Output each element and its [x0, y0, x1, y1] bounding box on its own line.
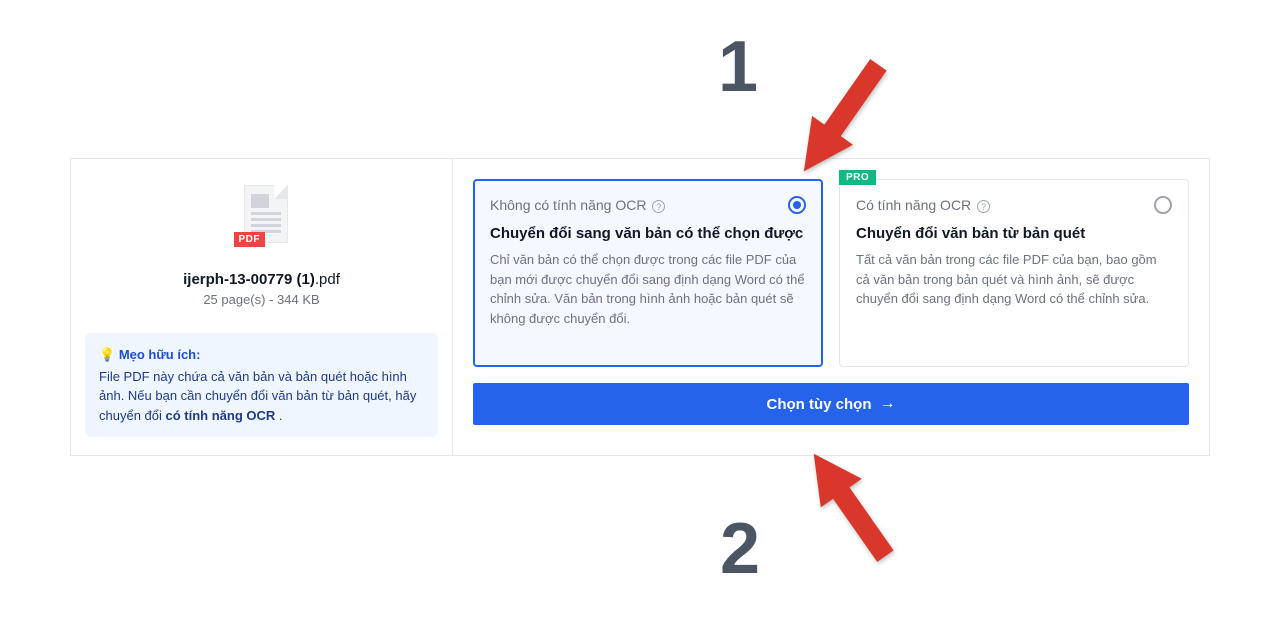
option-no-ocr[interactable]: Không có tính năng OCR ? Chuyển đổi sang…	[473, 179, 823, 367]
radio-unselected[interactable]	[1154, 196, 1172, 214]
option-desc: Chỉ văn bản có thể chọn được trong các f…	[490, 250, 806, 328]
annotation-arrow-1	[764, 34, 924, 194]
help-icon[interactable]: ?	[977, 200, 990, 213]
tip-box: 💡 Mẹo hữu ích: File PDF này chứa cả văn …	[85, 333, 438, 437]
option-label: Có tính năng OCR ?	[856, 197, 990, 213]
option-label: Không có tính năng OCR ?	[490, 197, 665, 213]
conversion-panel: PDF ijerph-13-00779 (1).pdf 25 page(s) -…	[70, 158, 1210, 456]
tip-title: Mẹo hữu ích:	[119, 347, 201, 362]
options-row: Không có tính năng OCR ? Chuyển đổi sang…	[473, 179, 1189, 367]
annotation-arrow-2	[776, 432, 926, 582]
radio-selected[interactable]	[788, 196, 806, 214]
options-panel: Không có tính năng OCR ? Chuyển đổi sang…	[453, 159, 1209, 455]
lightbulb-icon: 💡	[99, 347, 115, 362]
arrow-right-icon: →	[880, 395, 896, 413]
file-panel: PDF ijerph-13-00779 (1).pdf 25 page(s) -…	[71, 159, 453, 455]
annotation-number-2: 2	[720, 508, 760, 590]
tip-text: File PDF này chứa cả văn bản và bản quét…	[99, 367, 424, 426]
help-icon[interactable]: ?	[652, 200, 665, 213]
choose-option-button[interactable]: Chọn tùy chọn→	[473, 383, 1189, 425]
option-title: Chuyển đổi văn bản từ bản quét	[856, 224, 1172, 244]
option-ocr[interactable]: PRO Có tính năng OCR ? Chuyển đổi văn bả…	[839, 179, 1189, 367]
option-title: Chuyển đổi sang văn bản có thể chọn được	[490, 224, 806, 244]
file-meta: 25 page(s) - 344 KB	[203, 292, 319, 307]
file-icon: PDF	[234, 185, 290, 257]
option-desc: Tất cả văn bản trong các file PDF của bạ…	[856, 250, 1172, 309]
pdf-badge: PDF	[234, 232, 266, 247]
file-name: ijerph-13-00779 (1).pdf	[183, 271, 340, 288]
annotation-number-1: 1	[718, 26, 758, 108]
